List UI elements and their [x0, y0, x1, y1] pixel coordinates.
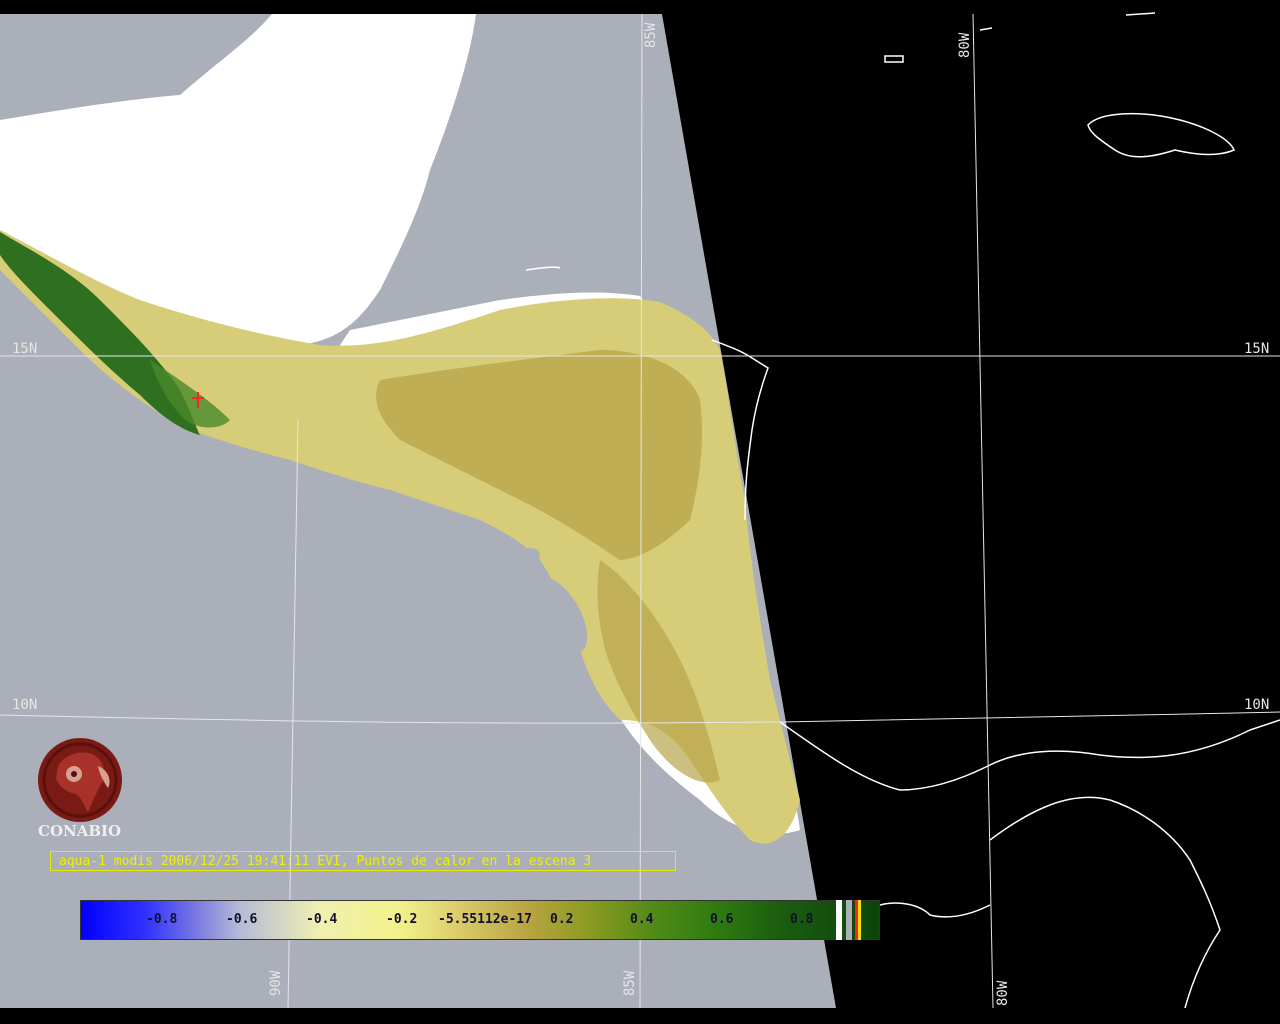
lat-label-15n-left: 15N	[12, 341, 38, 357]
colorbar-tick: 0.6	[710, 912, 734, 927]
lon-label-80w-top: 80W	[957, 32, 973, 58]
lat-label-10n-left: 10N	[12, 697, 38, 713]
colorbar-tick: -0.4	[306, 912, 338, 927]
lat-label-15n-right: 15N	[1244, 341, 1270, 357]
colorbar-tick: 0.8	[790, 912, 814, 927]
colorbar-tick: 0.2	[550, 912, 574, 927]
colorbar-tick: -5.55112e-17	[438, 912, 532, 927]
colorbar-gray-swatch	[846, 900, 852, 940]
colorbar-tick: 0.4	[630, 912, 654, 927]
lat-label-10n-right: 10N	[1244, 697, 1270, 713]
colorbar-tick: -0.8	[146, 912, 178, 927]
lon-label-90w-bottom: 90W	[268, 970, 284, 996]
lake-managua	[520, 548, 540, 562]
colorbar-tick: -0.6	[226, 912, 258, 927]
lon-label-85w-top: 85W	[643, 22, 659, 48]
colorbar-tick: -0.2	[386, 912, 418, 927]
lon-label-85w-bottom: 85W	[622, 970, 638, 996]
logo-text: CONABIO	[38, 822, 122, 840]
colorbar-yellow-swatch	[858, 900, 861, 940]
lon-label-80w-bottom: 80W	[995, 980, 1011, 1006]
colorbar-white-swatch	[836, 900, 842, 940]
scene-caption: aqua-1 modis 2006/12/25 19:41:11 EVI, Pu…	[50, 851, 676, 871]
